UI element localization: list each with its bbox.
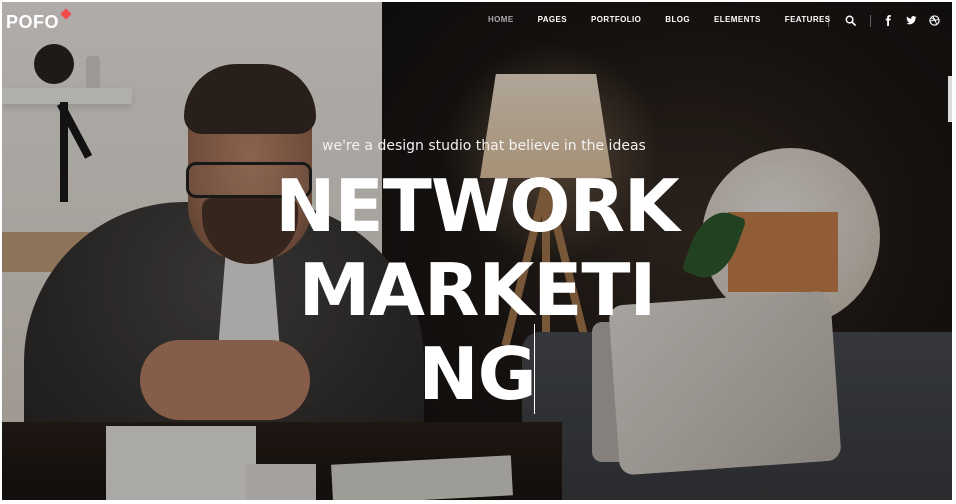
headline-line-2: MARKETI — [298, 248, 657, 332]
nav-item-pages[interactable]: PAGES — [538, 15, 567, 24]
typing-cursor — [534, 324, 535, 414]
nav-item-portfolio[interactable]: PORTFOLIO — [591, 15, 641, 24]
main-nav: HOME PAGES PORTFOLIO BLOG ELEMENTS FEATU… — [488, 15, 855, 24]
site-header: POFO HOME PAGES PORTFOLIO BLOG ELEMENTS … — [2, 2, 952, 42]
headline-line-1: NETWORK — [275, 164, 679, 248]
nav-item-elements[interactable]: ELEMENTS — [714, 15, 761, 24]
logo-accent-icon — [60, 8, 72, 20]
hero-tagline: we're a design studio that believe in th… — [322, 138, 646, 154]
nav-divider — [870, 15, 871, 27]
nav-divider — [828, 15, 829, 27]
scroll-indicator — [948, 76, 952, 122]
nav-item-features[interactable]: FEATURES — [785, 15, 831, 24]
twitter-icon[interactable] — [903, 12, 919, 28]
hero-section: POFO HOME PAGES PORTFOLIO BLOG ELEMENTS … — [2, 2, 952, 500]
site-logo[interactable]: POFO — [6, 12, 59, 33]
hero-headline: NETWORK MARKETI NG — [252, 164, 702, 416]
search-icon[interactable] — [842, 12, 858, 28]
headline-line-3: NG — [418, 332, 536, 416]
dribbble-icon[interactable] — [926, 12, 942, 28]
facebook-icon[interactable] — [880, 12, 896, 28]
nav-item-blog[interactable]: BLOG — [665, 15, 690, 24]
nav-item-home[interactable]: HOME — [488, 15, 514, 24]
